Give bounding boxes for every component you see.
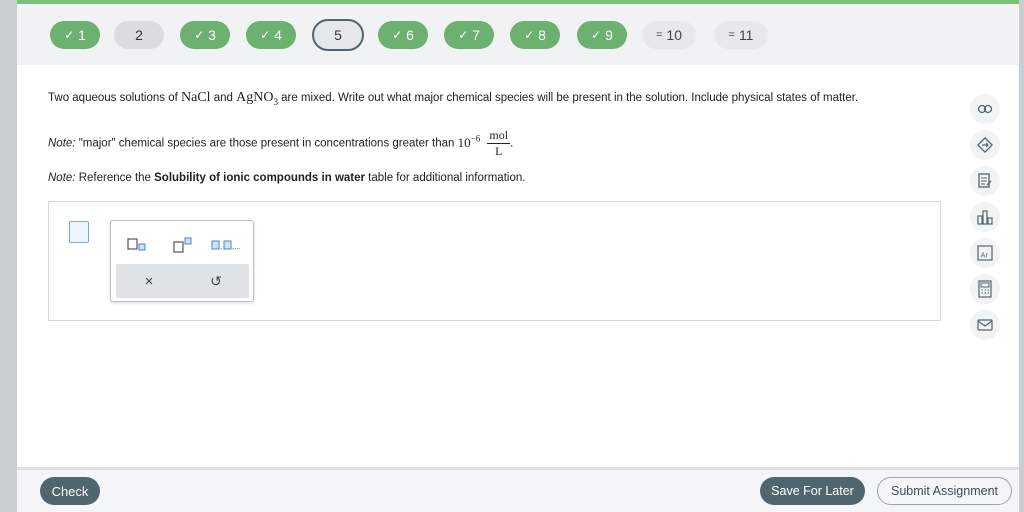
question-number: 8 — [538, 27, 546, 43]
answer-input-box[interactable] — [69, 221, 89, 243]
check-icon: ✓ — [591, 28, 602, 42]
species-list-icon: , ,... — [211, 240, 241, 251]
question-nav-11[interactable]: = 11 — [714, 21, 768, 49]
notes-tool[interactable] — [970, 166, 1000, 196]
question-number: 1 — [78, 27, 86, 43]
svg-text:,...: ,... — [232, 242, 241, 251]
periodic-table-tool[interactable]: Ar — [970, 238, 1000, 268]
question-number: 6 — [406, 27, 414, 43]
undo-button[interactable]: ↺ — [201, 270, 231, 292]
question-number: 11 — [738, 27, 754, 43]
palette-actions: × ↺ — [116, 264, 249, 298]
species-list-button[interactable]: , ,... — [209, 233, 245, 257]
note-reference: Note: Reference the Solubility of ionic … — [48, 172, 526, 184]
partial-icon: = — [655, 29, 663, 41]
notes-icon — [978, 173, 992, 188]
question-nav-2[interactable]: 2 — [114, 21, 164, 49]
question-nav-9[interactable]: ✓ 9 — [577, 21, 627, 49]
question-number: 10 — [666, 27, 682, 43]
question-nav-4[interactable]: ✓ 4 — [246, 21, 296, 49]
periodic-table-icon: Ar — [977, 245, 993, 261]
question-number: 5 — [334, 27, 342, 43]
question-number: 7 — [472, 27, 480, 43]
question-number: 4 — [274, 27, 282, 43]
mail-icon — [977, 319, 993, 331]
question-nav-8[interactable]: ✓ 8 — [510, 21, 560, 49]
check-button[interactable]: Check — [40, 477, 100, 505]
check-icon: ✓ — [524, 28, 535, 42]
check-icon: ✓ — [458, 28, 469, 42]
subscript-icon — [127, 238, 146, 251]
subscript-button[interactable] — [119, 233, 155, 257]
save-for-later-button[interactable]: Save For Later — [760, 477, 865, 505]
calculator-icon — [978, 280, 992, 298]
chart-icon — [977, 210, 993, 225]
question-text: Two aqueous solutions of NaCl and AgNO3 … — [48, 90, 859, 107]
svg-text:Ar: Ar — [981, 251, 989, 260]
message-tool[interactable] — [970, 310, 1000, 340]
check-icon: ✓ — [194, 28, 205, 42]
footer-bar — [17, 467, 1019, 512]
question-nav-6[interactable]: ✓ 6 — [378, 21, 428, 49]
svg-text:,: , — [220, 242, 222, 251]
question-nav-3[interactable]: ✓ 3 — [180, 21, 230, 49]
link-tool[interactable] — [970, 94, 1000, 124]
question-nav-10[interactable]: = 10 — [642, 21, 696, 49]
superscript-icon — [173, 237, 192, 253]
question-nav-5[interactable]: 5 — [312, 19, 364, 51]
calculator-tool[interactable] — [970, 274, 1000, 304]
check-icon: ✓ — [260, 28, 271, 42]
question-number: 3 — [208, 27, 216, 43]
tag-icon — [977, 137, 993, 153]
link-icon — [977, 104, 993, 114]
superscript-button[interactable] — [165, 233, 201, 257]
mol-per-liter-fraction: mol L — [487, 128, 511, 158]
chart-tool[interactable] — [970, 202, 1000, 232]
close-icon: × — [144, 272, 154, 290]
question-nav-7[interactable]: ✓ 7 — [444, 21, 494, 49]
check-icon: ✓ — [64, 28, 75, 42]
submit-assignment-button[interactable]: Submit Assignment — [877, 477, 1012, 505]
question-navigator: ✓ 1 2 ✓ 3 ✓ 4 5 ✓ 6 ✓ 7 ✓ 8 ✓ 9 = 10 = 11 — [17, 4, 1019, 65]
partial-icon: = — [728, 29, 735, 41]
chemical-nacl: NaCl — [180, 90, 211, 105]
question-number: 2 — [135, 27, 143, 43]
clear-button[interactable]: × — [134, 270, 164, 292]
undo-icon: ↺ — [210, 272, 222, 289]
question-number: 9 — [605, 27, 613, 43]
check-icon: ✓ — [392, 28, 403, 42]
hint-tool[interactable] — [970, 130, 1000, 160]
note-concentration: Note: "major" chemical species are those… — [48, 128, 514, 158]
question-nav-1[interactable]: ✓ 1 — [50, 21, 100, 49]
solubility-table-link[interactable]: Solubility of ionic compounds in water — [154, 172, 365, 184]
chemical-agno3: AgNO — [236, 90, 274, 105]
math-palette: , ,... × ↺ — [110, 220, 254, 302]
